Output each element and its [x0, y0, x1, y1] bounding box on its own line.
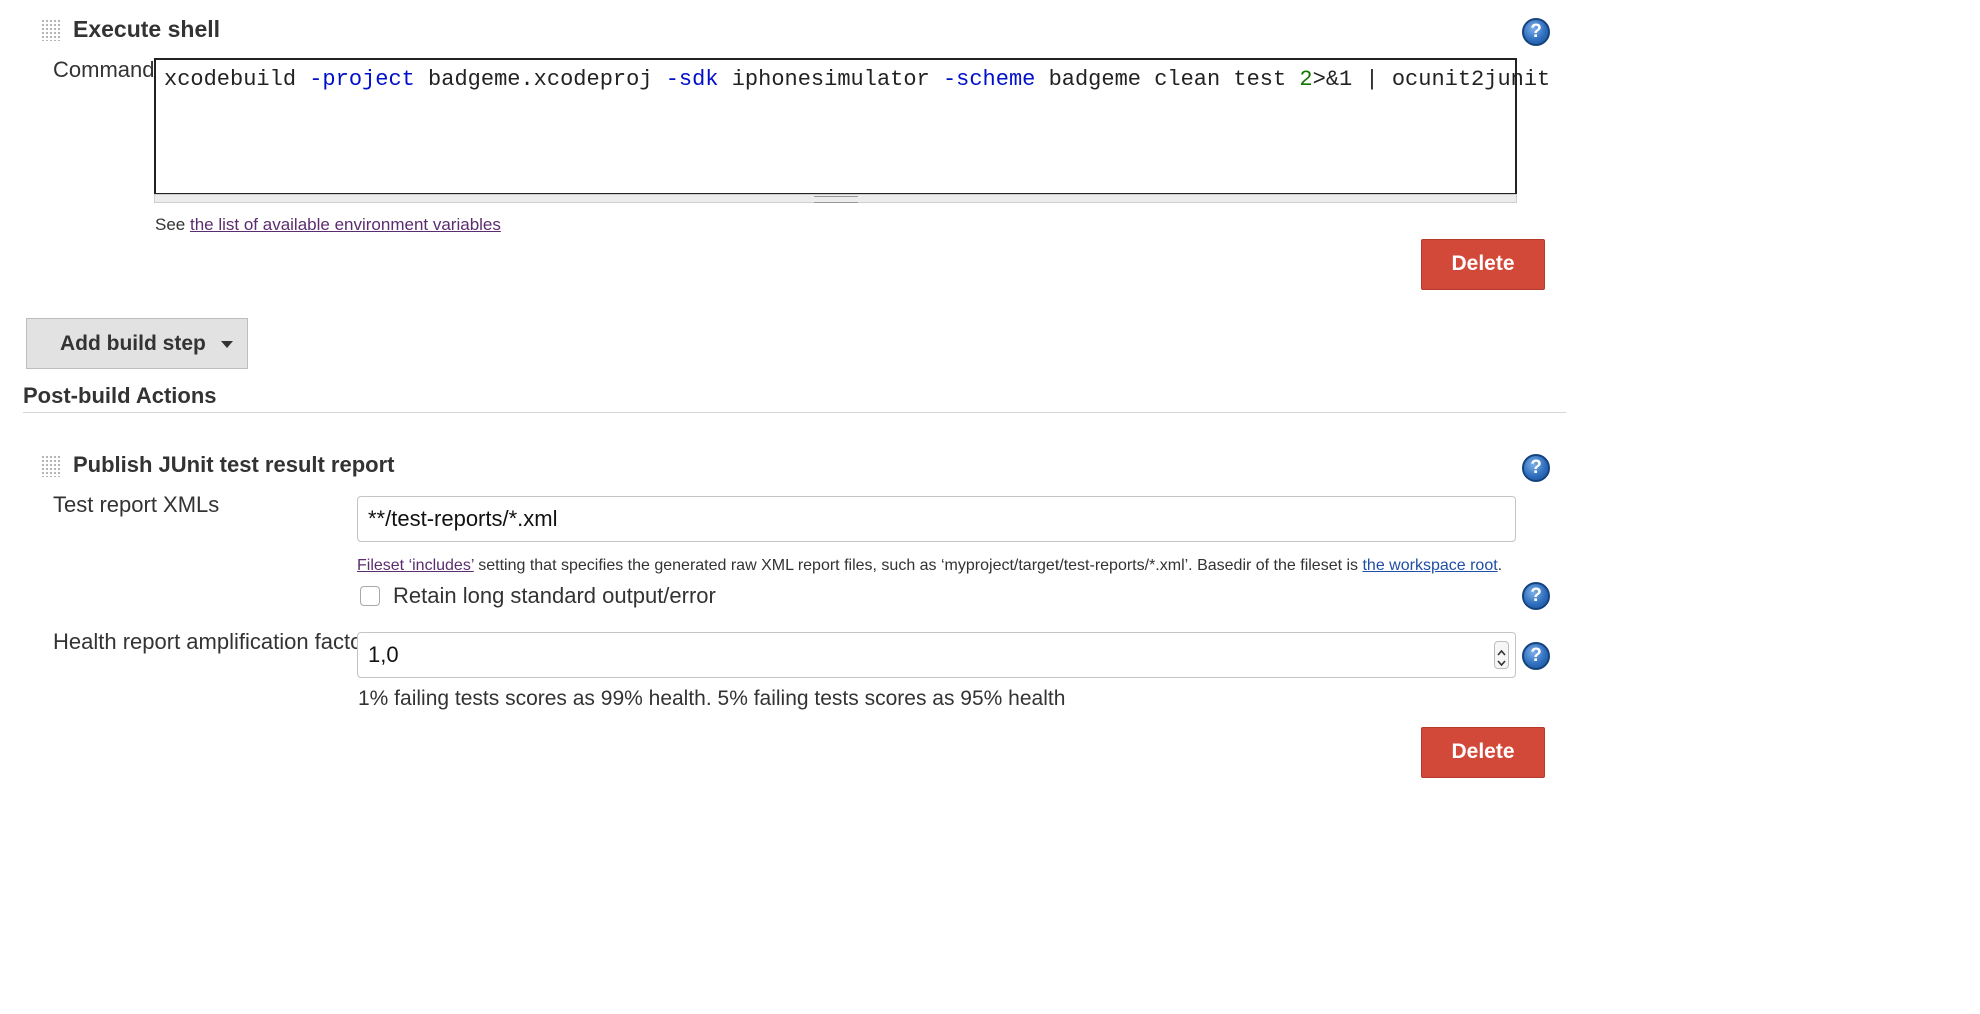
textarea-resize-handle[interactable] — [154, 194, 1517, 203]
help-icon[interactable]: ? — [1522, 642, 1550, 670]
fileset-hint: Fileset ‘includes’ setting that specifie… — [357, 557, 1503, 574]
env-vars-hint: See the list of available environment va… — [155, 215, 501, 234]
help-icon[interactable]: ? — [1522, 18, 1550, 46]
delete-button-junit[interactable]: Delete — [1421, 727, 1545, 778]
caret-down-icon — [221, 341, 233, 348]
test-report-xmls-label: Test report XMLs — [53, 492, 220, 517]
command-text: xcodebuild -project badgeme.xcodeproj -s… — [164, 67, 1551, 92]
health-factor-value: 1,0 — [368, 642, 399, 667]
stepper-arrows-icon — [1497, 649, 1506, 667]
execute-shell-title: Execute shell — [73, 16, 221, 42]
command-textarea[interactable]: xcodebuild -project badgeme.xcodeproj -s… — [154, 58, 1550, 195]
env-vars-link[interactable]: the list of available environment variab… — [190, 215, 501, 234]
section-divider — [23, 412, 1566, 413]
help-icon[interactable]: ? — [1522, 454, 1550, 482]
fileset-includes-link[interactable]: Fileset ‘includes’ — [357, 557, 474, 574]
health-factor-hint: 1% failing tests scores as 99% health. 5… — [358, 687, 1066, 710]
help-icon[interactable]: ? — [1522, 582, 1550, 610]
resize-grip-icon — [814, 196, 858, 203]
health-factor-label: Health report amplification factor — [53, 629, 370, 654]
retain-output-checkbox[interactable] — [360, 586, 380, 606]
command-label: Command — [53, 57, 155, 82]
health-factor-input[interactable]: 1,0 — [357, 632, 1516, 678]
drag-handle-icon[interactable] — [41, 455, 61, 477]
post-build-heading: Post-build Actions — [23, 383, 217, 408]
add-build-step-button[interactable]: Add build step — [26, 318, 248, 369]
retain-output-label[interactable]: Retain long standard output/error — [393, 583, 716, 609]
number-stepper[interactable] — [1494, 641, 1509, 669]
workspace-root-link[interactable]: the workspace root — [1362, 557, 1497, 574]
drag-handle-icon[interactable] — [41, 19, 61, 41]
junit-section-title: Publish JUnit test result report — [73, 452, 395, 477]
delete-button-execute-shell[interactable]: Delete — [1421, 239, 1545, 290]
test-report-xmls-input[interactable]: **/test-reports/*.xml — [357, 496, 1516, 542]
add-build-step-label: Add build step — [60, 332, 206, 355]
